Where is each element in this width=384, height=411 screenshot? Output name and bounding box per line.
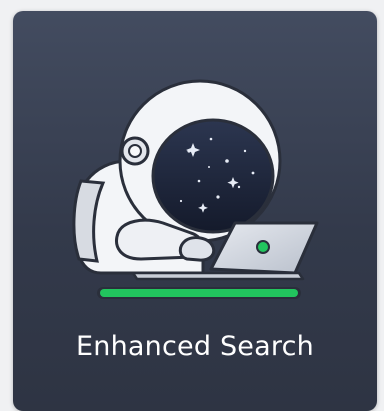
card-title: Enhanced Search [76, 331, 314, 362]
enhanced-search-card[interactable]: Enhanced Search [13, 11, 377, 411]
astronaut-laptop-icon [72, 79, 319, 299]
